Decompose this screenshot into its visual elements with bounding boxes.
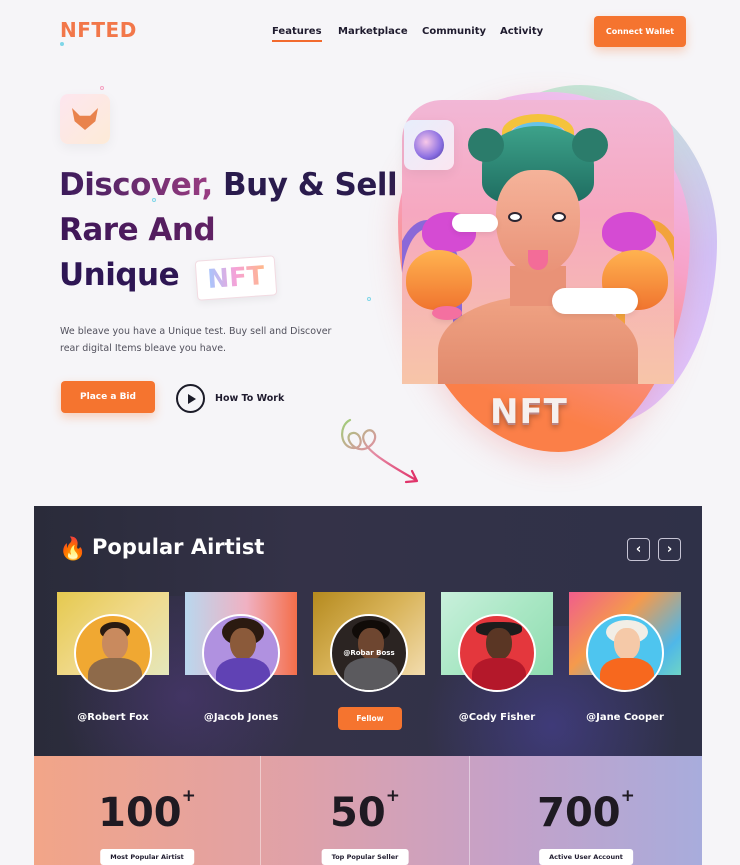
- artist-overlay-name: @Robar Boss: [343, 649, 395, 657]
- carousel-prev-button[interactable]: ‹: [627, 538, 650, 561]
- avatar[interactable]: [586, 614, 664, 692]
- follow-button[interactable]: Fellow: [338, 707, 402, 730]
- artist-name[interactable]: @Cody Fisher: [441, 712, 553, 723]
- decorative-dot: [60, 42, 64, 46]
- nav-marketplace[interactable]: Marketplace: [338, 26, 408, 37]
- how-to-work-link[interactable]: How To Work: [176, 384, 284, 413]
- section-title: Popular Airtist: [92, 535, 265, 559]
- stat-label: Most Popular Airtist: [100, 849, 194, 865]
- avatar[interactable]: [74, 614, 152, 692]
- hero-description: We bleave you have a Unique test. Buy se…: [60, 326, 332, 354]
- popular-artist-section: 🔥 Popular Airtist ‹ › @Robert Fox @Jacob…: [34, 506, 702, 756]
- connect-wallet-button[interactable]: Connect Wallet: [594, 16, 686, 47]
- stat-value: 100+: [98, 786, 196, 836]
- artist-name[interactable]: @Robert Fox: [57, 712, 169, 723]
- stat-card: 100+ Most Popular Airtist: [34, 756, 261, 865]
- artist-card[interactable]: @Robert Fox: [57, 592, 169, 723]
- nav-features[interactable]: Features: [272, 26, 322, 42]
- carousel-next-button[interactable]: ›: [658, 538, 681, 561]
- nft-tag: NFT: [194, 255, 278, 301]
- nav-community[interactable]: Community: [422, 26, 486, 37]
- stat-value: 50+: [330, 786, 400, 836]
- headline-line: Rare And: [59, 208, 397, 253]
- how-to-work-label[interactable]: How To Work: [215, 393, 284, 404]
- nav-activity[interactable]: Activity: [500, 26, 543, 37]
- fox-sticker: [60, 94, 110, 144]
- artist-name[interactable]: @Jacob Jones: [185, 712, 297, 723]
- stat-card: 50+ Top Popular Seller: [261, 756, 470, 865]
- stat-label: Active User Account: [539, 849, 633, 865]
- logo[interactable]: NFTED: [60, 18, 137, 42]
- place-bid-button[interactable]: Place a Bid: [61, 381, 155, 413]
- avatar[interactable]: [458, 614, 536, 692]
- artwork-nft-label: NFT: [490, 392, 568, 432]
- artist-card[interactable]: @Jane Cooper: [569, 592, 681, 723]
- artist-card[interactable]: @Jacob Jones: [185, 592, 297, 723]
- headline-word: Discover,: [59, 167, 213, 203]
- squiggle-arrow-icon: [341, 418, 419, 484]
- artist-name[interactable]: @Jane Cooper: [569, 712, 681, 723]
- nft-tag-label: NFT: [206, 261, 266, 295]
- decorative-dot: [100, 86, 104, 90]
- artist-card[interactable]: @Robar Boss Fellow: [313, 592, 425, 730]
- nft-thumbnail-image: [414, 130, 444, 160]
- fox-icon: [72, 108, 98, 130]
- nft-thumbnail-card: [404, 120, 454, 170]
- fire-icon: 🔥: [59, 536, 87, 561]
- play-icon[interactable]: [176, 384, 205, 413]
- avatar[interactable]: [202, 614, 280, 692]
- headline-word: Buy & Sell: [223, 167, 398, 203]
- stat-value: 700+: [537, 786, 635, 836]
- stats-section: 100+ Most Popular Airtist 50+ Top Popula…: [34, 756, 702, 865]
- stat-label: Top Popular Seller: [321, 849, 409, 865]
- stat-card: 700+ Active User Account: [470, 756, 702, 865]
- artist-card[interactable]: @Cody Fisher: [441, 592, 553, 723]
